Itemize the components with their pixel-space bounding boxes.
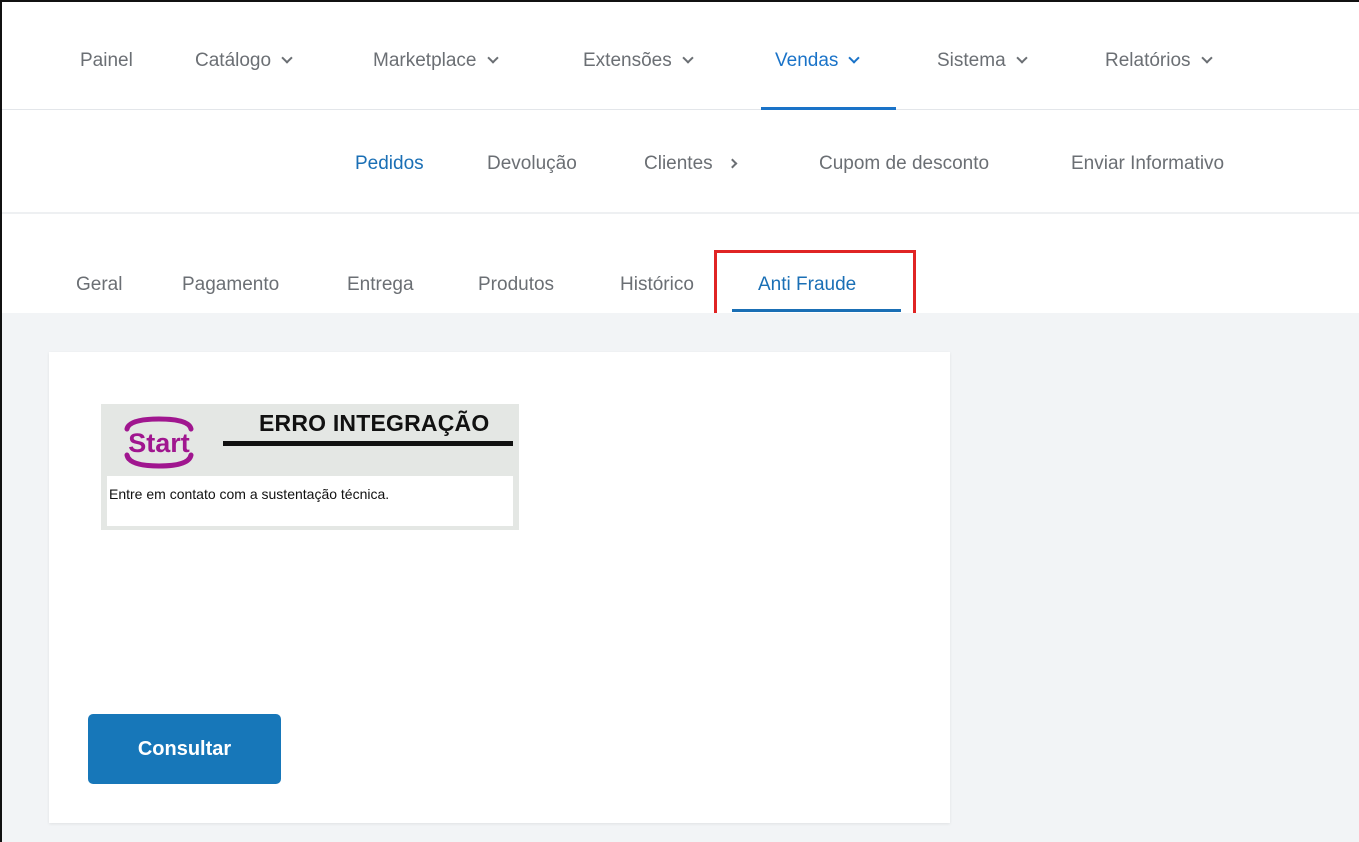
tab-label: Produtos [478,274,555,295]
error-message: Entre em contato com a sustentação técni… [107,476,513,526]
order-tabs: Geral Pagamento Entrega Produtos Históri… [2,216,1359,313]
chevron-right-icon [727,158,738,169]
subnav-label: Enviar Informativo [1071,153,1225,174]
nav-extensoes[interactable]: Extensões [583,48,694,74]
consultar-button[interactable]: Consultar [88,714,281,784]
nav-label: Extensões [583,50,672,71]
nav-label: Marketplace [373,50,477,71]
chevron-down-icon [682,52,694,64]
subnav-label: Clientes [644,153,713,174]
start-logo-icon: Start [124,416,194,469]
tab-label: Histórico [620,274,694,295]
title-underline [223,441,513,446]
subnav-devolucao[interactable]: Devolução [487,151,577,177]
chevron-down-icon [1015,52,1028,64]
subnav-enviar-informativo[interactable]: Enviar Informativo [1071,151,1224,177]
tab-label: Geral [76,274,123,295]
chevron-down-icon [281,52,293,64]
nav-label: Relatórios [1105,50,1191,71]
tab-produtos[interactable]: Produtos [478,272,554,298]
nav-label: Painel [80,50,133,71]
subnav-label: Pedidos [355,153,424,174]
subnav-clientes[interactable]: Clientes [644,151,738,177]
chevron-down-icon [486,52,499,64]
tab-label: Pagamento [182,274,280,295]
error-title: ERRO INTEGRAÇÃO [259,410,490,436]
subnav-label: Cupom de desconto [819,153,990,174]
nav-marketplace[interactable]: Marketplace [373,48,499,74]
subnav-label: Devolução [487,153,577,174]
nav-sistema[interactable]: Sistema [937,48,1028,74]
tab-entrega[interactable]: Entrega [347,272,414,298]
tab-label: Entrega [347,274,414,295]
chevron-down-icon [1200,52,1213,64]
tab-historico[interactable]: Histórico [620,272,694,298]
nav-catalogo[interactable]: Catálogo [195,48,293,74]
tab-geral[interactable]: Geral [76,272,122,298]
nav-vendas[interactable]: Vendas [775,48,861,74]
subnav-cupom-de-desconto[interactable]: Cupom de desconto [819,151,989,177]
sub-navigation: Pedidos Devolução Clientes Cupom de desc… [2,111,1359,214]
nav-label: Sistema [937,50,1006,71]
start-logo-text: Start [128,428,190,458]
start-antifraud-widget: Start ERRO INTEGRAÇÃO Entre em contato c… [101,404,519,530]
nav-label: Vendas [775,50,839,71]
chevron-down-icon [848,52,861,64]
nav-label: Catálogo [195,50,272,71]
nav-painel[interactable]: Painel [80,48,133,74]
subnav-pedidos[interactable]: Pedidos [355,151,424,177]
nav-relatorios[interactable]: Relatórios [1105,48,1213,74]
active-nav-indicator [761,107,896,110]
tab-pagamento[interactable]: Pagamento [182,272,279,298]
error-message-text: Entre em contato com a sustentação técni… [109,486,390,502]
top-navigation: Painel Catálogo Marketplace Extensões Ve… [2,2,1359,110]
